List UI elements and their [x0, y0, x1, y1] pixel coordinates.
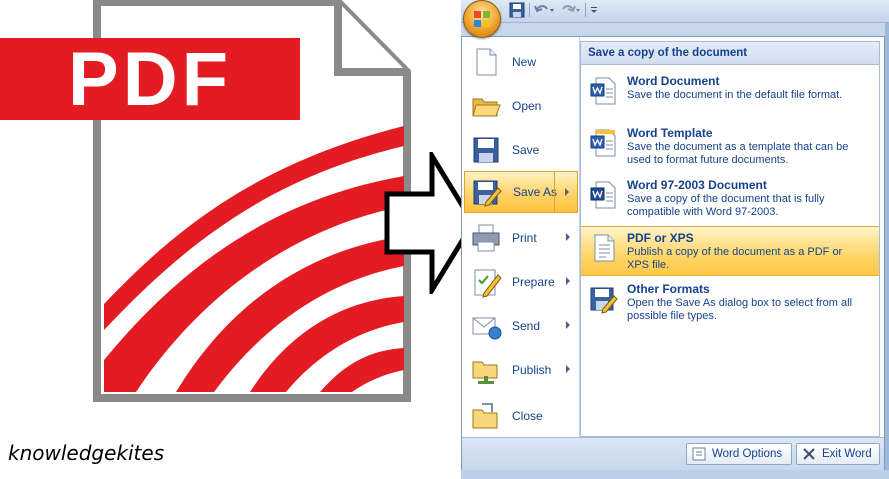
exit-word-label: Exit Word	[822, 448, 872, 460]
prepare-icon	[474, 269, 502, 298]
menu-item-label: Prepare	[512, 275, 555, 289]
new-document-icon	[476, 48, 497, 76]
submenu-item-desc: Save the document as a template that can…	[627, 141, 849, 166]
menu-item-label: Print	[512, 231, 537, 245]
watermark-text: knowledgekites	[8, 441, 165, 465]
office-button[interactable]	[463, 0, 501, 38]
menu-item-label: Close	[512, 409, 543, 423]
open-folder-icon	[472, 98, 501, 117]
menu-item-label: Open	[512, 99, 542, 113]
window-bottom-strip	[461, 470, 889, 479]
submenu-arrow-icon	[566, 277, 570, 285]
office-menu: New Open Save Save As Print Prepare Send…	[461, 36, 885, 470]
submenu-item-title: Word 97-2003 Document	[627, 178, 767, 192]
menu-item-label: Save	[512, 143, 540, 157]
submenu-item-title: PDF or XPS	[627, 231, 694, 245]
menu-item-label: New	[512, 55, 537, 69]
pdf-logo-text: PDF	[68, 36, 232, 122]
menu-item-save[interactable]: Save	[464, 129, 578, 171]
submenu-item-title: Word Template	[627, 126, 713, 140]
word-template-icon	[590, 129, 616, 157]
close-folder-icon	[472, 403, 498, 429]
word-options-label: Word Options	[712, 448, 783, 460]
close-icon	[803, 448, 815, 460]
menu-item-new[interactable]: New	[464, 41, 578, 83]
menu-item-label: Send	[512, 319, 541, 333]
submenu-item-other-formats[interactable]: Other Formats Open the Save As dialog bo…	[581, 278, 879, 328]
menu-item-label: Save As	[513, 185, 558, 199]
menu-item-label: Publish	[512, 363, 552, 377]
submenu-item-title: Word Document	[627, 74, 720, 88]
submenu-item-word-template[interactable]: Word Template Save the document as a tem…	[581, 122, 879, 172]
word-window: New Open Save Save As Print Prepare Send…	[461, 0, 889, 479]
pdf-xps-icon	[594, 234, 615, 262]
submenu-item-title: Other Formats	[627, 282, 710, 296]
save-as-submenu: Save a copy of the document Word Documen…	[580, 41, 880, 437]
toolbar-separator	[585, 3, 586, 17]
save-disk-icon	[473, 137, 499, 163]
submenu-item-desc: Publish a copy of the document as a PDF …	[627, 246, 843, 271]
save-qat-icon[interactable]	[509, 2, 525, 18]
submenu-header: Save a copy of the document	[581, 42, 879, 65]
word-97-icon	[590, 181, 616, 209]
toolbar-separator	[529, 3, 530, 17]
submenu-item-desc: Save the document in the default file fo…	[627, 89, 843, 101]
office-logo-icon	[474, 11, 490, 27]
undo-icon[interactable]	[533, 2, 555, 18]
menu-item-send[interactable]: Send	[464, 305, 578, 347]
options-icon	[692, 447, 706, 461]
menu-item-save-as[interactable]: Save As	[464, 171, 578, 213]
menu-item-publish[interactable]: Publish	[464, 349, 578, 391]
printer-icon	[472, 224, 500, 252]
office-menu-commands: New Open Save Save As Print Prepare Send…	[462, 37, 580, 437]
menu-item-close[interactable]: Close	[464, 395, 578, 437]
submenu-item-desc: Open the Save As dialog box to select fr…	[627, 297, 853, 322]
window-edge	[885, 22, 889, 470]
submenu-item-pdf-or-xps[interactable]: PDF or XPS Publish a copy of the documen…	[581, 226, 879, 276]
send-icon	[472, 317, 502, 340]
submenu-arrow-icon	[566, 321, 570, 329]
menu-item-print[interactable]: Print	[464, 217, 578, 259]
exit-word-button[interactable]: Exit Word	[796, 443, 880, 465]
redo-icon[interactable]	[559, 2, 581, 18]
submenu-arrow-icon	[565, 188, 569, 196]
quick-access-toolbar	[461, 0, 889, 23]
submenu-item-word-document[interactable]: Word Document Save the document in the d…	[581, 70, 879, 120]
submenu-item-desc: Save a copy of the document that is full…	[627, 193, 825, 218]
save-as-icon	[473, 180, 502, 207]
other-formats-icon	[590, 287, 618, 314]
submenu-arrow-icon	[566, 365, 570, 373]
customize-qat-icon[interactable]	[589, 2, 599, 18]
office-menu-footer: Word Options Exit Word	[462, 437, 884, 470]
menu-item-open[interactable]: Open	[464, 85, 578, 127]
submenu-item-word-97-2003[interactable]: Word 97-2003 Document Save a copy of the…	[581, 174, 879, 224]
word-document-icon	[590, 77, 616, 105]
publish-icon	[472, 361, 498, 384]
word-options-button[interactable]: Word Options	[686, 443, 792, 465]
submenu-arrow-icon	[566, 233, 570, 241]
menu-item-prepare[interactable]: Prepare	[464, 261, 578, 303]
